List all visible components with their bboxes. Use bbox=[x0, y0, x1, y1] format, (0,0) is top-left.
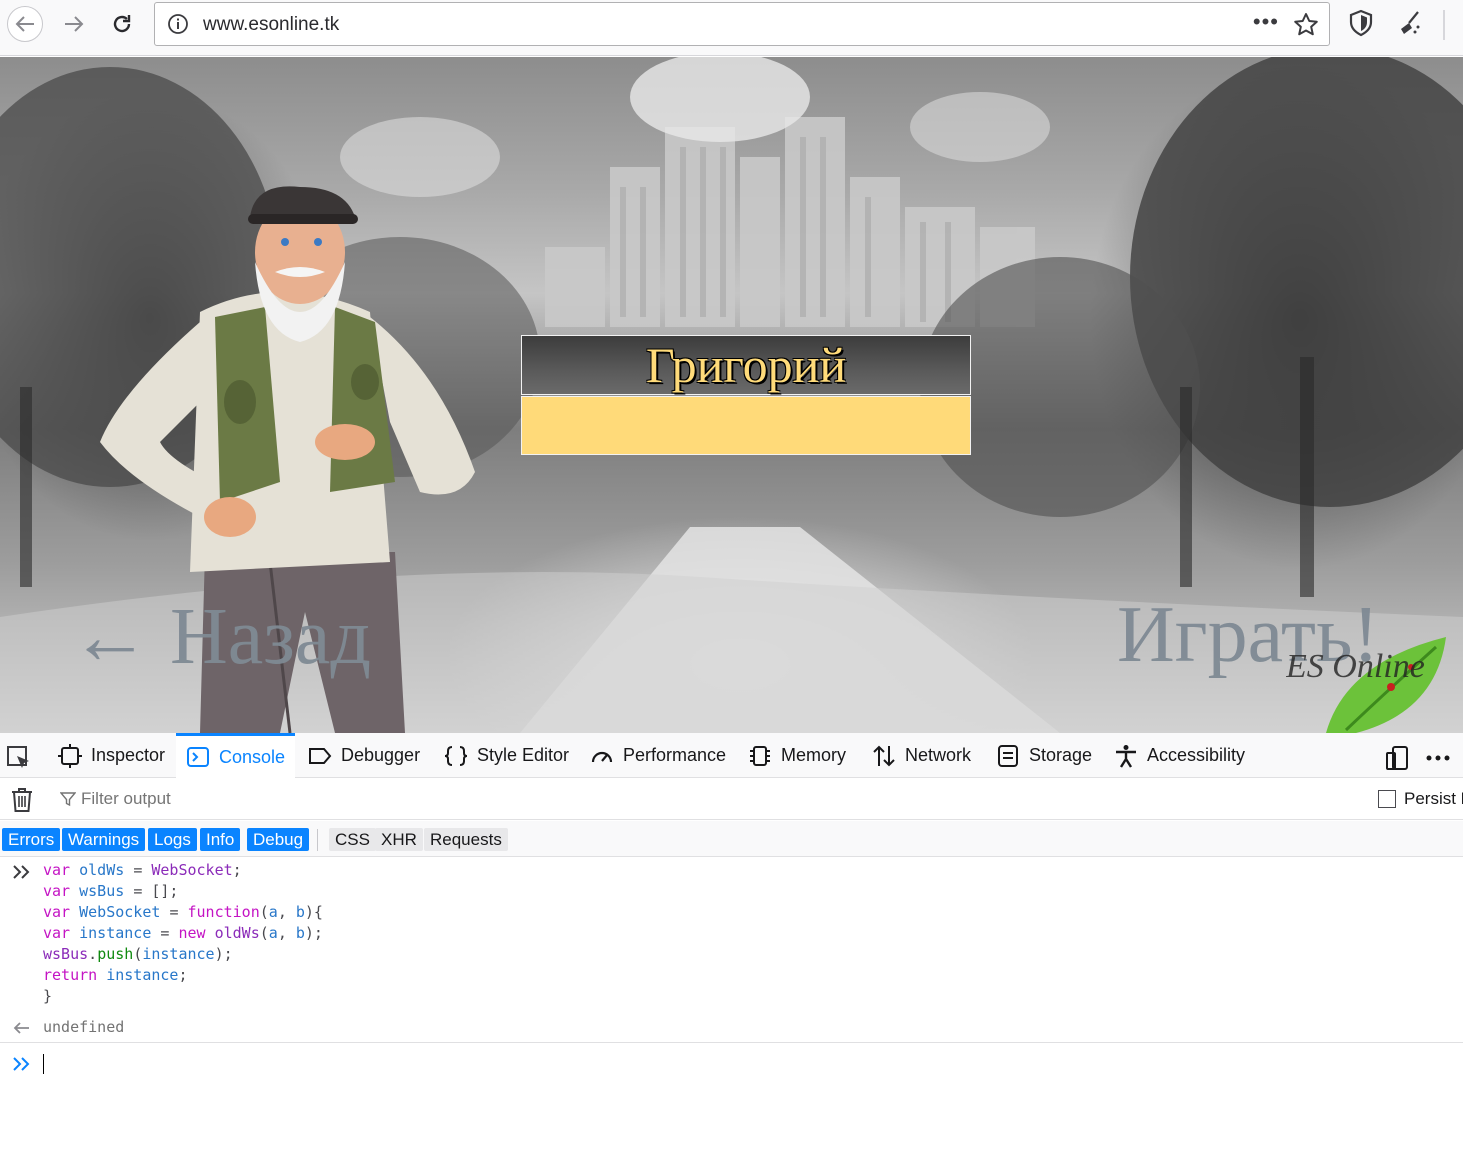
code-line: wsBus.push(instance); bbox=[43, 945, 233, 963]
trash-icon[interactable] bbox=[10, 787, 34, 813]
levels-divider bbox=[317, 829, 318, 851]
persist-logs-checkbox[interactable] bbox=[1378, 790, 1396, 808]
level-errors-button[interactable]: Errors bbox=[2, 828, 61, 851]
level-requests-button[interactable]: Requests bbox=[424, 828, 508, 851]
tab-console[interactable]: Console bbox=[176, 733, 296, 778]
tab-network[interactable]: Network bbox=[862, 733, 981, 778]
level-logs-button[interactable]: Logs bbox=[148, 828, 197, 851]
console-filter-bar: Persist Logs bbox=[0, 778, 1463, 820]
tab-label: Console bbox=[219, 746, 286, 767]
accessibility-icon bbox=[1116, 744, 1136, 768]
console-result: undefined bbox=[43, 1018, 125, 1036]
broom-icon[interactable] bbox=[1396, 9, 1424, 37]
storage-icon bbox=[998, 744, 1018, 767]
filter-output-input[interactable] bbox=[58, 784, 1258, 814]
log-level-filters: Errors Warnings Logs Info Debug CSS XHR … bbox=[0, 821, 1463, 857]
tab-storage[interactable]: Storage bbox=[986, 733, 1102, 778]
persist-logs-toggle[interactable]: Persist Logs bbox=[1378, 789, 1463, 809]
back-button[interactable] bbox=[7, 6, 43, 42]
level-xhr-button[interactable]: XHR bbox=[375, 828, 423, 851]
speaker-name-box: Григорий bbox=[521, 335, 971, 395]
chevrons-right-icon bbox=[13, 865, 30, 879]
code-line: var oldWs = WebSocket; bbox=[43, 861, 242, 879]
browser-toolbar: www.esonline.tk ••• bbox=[0, 0, 1463, 56]
site-info-icon[interactable] bbox=[167, 13, 189, 35]
console-icon bbox=[187, 747, 209, 767]
arrow-right-icon bbox=[65, 16, 84, 32]
devtools-tabbar: Inspector Console Debugger Style Editor … bbox=[0, 733, 1463, 778]
level-debug-button[interactable]: Debug bbox=[247, 828, 310, 851]
code-line: var wsBus = []; bbox=[43, 882, 179, 900]
debugger-icon bbox=[309, 747, 332, 764]
code-line: return instance; bbox=[43, 966, 188, 984]
console-input[interactable] bbox=[43, 1052, 1443, 1078]
persist-logs-label: Persist Logs bbox=[1404, 789, 1463, 808]
code-line: var instance = new oldWs(a, b); bbox=[43, 924, 323, 942]
result-divider bbox=[0, 1042, 1463, 1043]
tab-label: Inspector bbox=[91, 745, 166, 765]
reload-button[interactable] bbox=[104, 6, 140, 42]
page-actions-button[interactable]: ••• bbox=[1253, 9, 1279, 35]
dock-toggle-icon[interactable] bbox=[1385, 745, 1411, 771]
level-warnings-button[interactable]: Warnings bbox=[62, 828, 146, 851]
element-picker-icon[interactable] bbox=[6, 745, 32, 771]
tab-memory[interactable]: Memory bbox=[738, 733, 856, 778]
tab-accessibility[interactable]: Accessibility bbox=[1104, 733, 1255, 778]
input-prompt-icon bbox=[13, 1057, 30, 1071]
forward-button[interactable] bbox=[56, 6, 92, 42]
shield-icon[interactable] bbox=[1347, 9, 1375, 37]
toolbar-divider bbox=[1443, 10, 1445, 40]
arrows-updown-icon bbox=[873, 745, 895, 766]
svg-text:ES Online: ES Online bbox=[1286, 648, 1425, 685]
tab-debugger[interactable]: Debugger bbox=[298, 733, 430, 778]
back-link[interactable]: ← Назад bbox=[70, 597, 371, 677]
tab-label: Network bbox=[905, 745, 972, 765]
url-bar[interactable]: www.esonline.tk ••• bbox=[154, 2, 1330, 46]
tab-label: Style Editor bbox=[477, 745, 570, 765]
tab-label: Debugger bbox=[341, 745, 421, 765]
reload-icon bbox=[113, 15, 131, 33]
braces-icon bbox=[444, 745, 468, 766]
code-line: var WebSocket = function(a, b){ bbox=[43, 903, 323, 921]
url-text[interactable]: www.esonline.tk bbox=[203, 14, 339, 36]
page-viewport: Григорий ← Назад Играть! ES Online bbox=[0, 57, 1463, 733]
console-output: var oldWs = WebSocket; var wsBus = []; v… bbox=[0, 858, 1463, 1168]
result-arrow-icon bbox=[13, 1022, 29, 1034]
tab-label: Storage bbox=[1029, 745, 1093, 765]
tab-inspector[interactable]: Inspector bbox=[48, 733, 175, 778]
more-options-icon[interactable] bbox=[1425, 745, 1451, 771]
tab-label: Performance bbox=[623, 745, 727, 765]
level-css-button[interactable]: CSS bbox=[329, 828, 376, 851]
bookmark-star-icon[interactable] bbox=[1293, 12, 1319, 38]
arrow-left-icon bbox=[15, 16, 34, 32]
tab-style-editor[interactable]: Style Editor bbox=[434, 733, 579, 778]
tab-label: Memory bbox=[781, 745, 847, 765]
code-line: } bbox=[43, 987, 53, 1005]
devtools-panel: Inspector Console Debugger Style Editor … bbox=[0, 733, 1463, 1168]
gauge-icon bbox=[591, 751, 613, 762]
inspector-icon bbox=[58, 743, 82, 768]
es-online-logo: ES Online bbox=[1286, 637, 1446, 733]
level-info-button[interactable]: Info bbox=[200, 828, 241, 851]
tab-performance[interactable]: Performance bbox=[580, 733, 736, 778]
text-caret bbox=[43, 1054, 44, 1074]
speaker-name: Григорий bbox=[645, 337, 847, 393]
chip-icon bbox=[750, 745, 770, 766]
tab-label: Accessibility bbox=[1147, 745, 1246, 765]
dialog-box[interactable] bbox=[521, 396, 971, 455]
